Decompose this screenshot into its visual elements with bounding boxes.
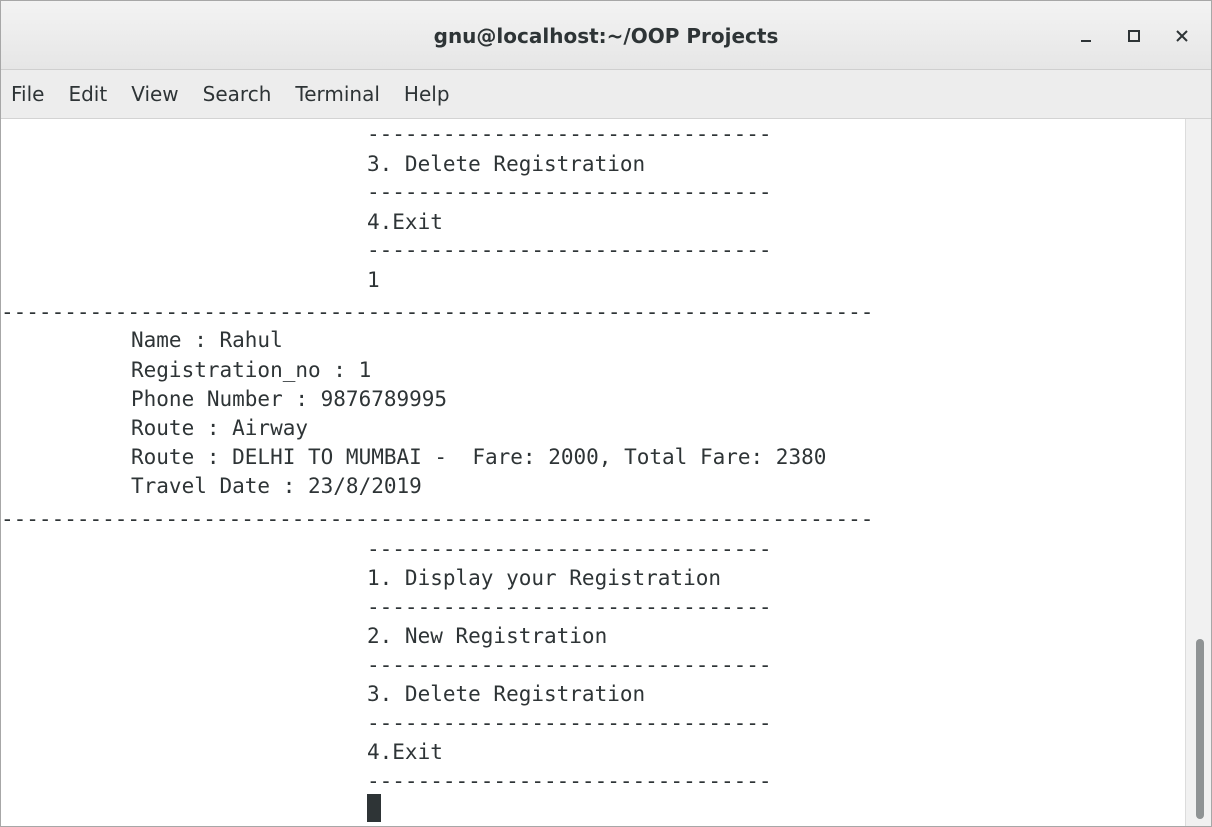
menu-view[interactable]: View [119,70,190,118]
long-separator: ----------------------------------------… [1,300,874,324]
text-cursor [367,794,381,822]
vertical-scrollbar[interactable] [1185,119,1211,826]
menu-search[interactable]: Search [191,70,284,118]
scrollbar-thumb[interactable] [1196,639,1204,819]
terminal-output[interactable]: -------------------------------- 3. Dele… [1,119,1185,826]
close-icon [1175,29,1189,43]
menu-option-exit: 4.Exit [367,210,443,234]
registration-travel-date: Travel Date : 23/8/2019 [131,474,422,498]
close-button[interactable] [1167,21,1197,51]
registration-number: Registration_no : 1 [131,358,372,382]
menu-option-new: 2. New Registration [367,624,608,648]
maximize-button[interactable] [1119,21,1149,51]
user-input-line: 1 [367,268,380,292]
separator-line: -------------------------------- [367,653,772,677]
registration-route-fare: Route : DELHI TO MUMBAI - Fare: 2000, To… [131,445,827,469]
menu-option-delete: 3. Delete Registration [367,682,646,706]
separator-line: -------------------------------- [367,769,772,793]
registration-route-type: Route : Airway [131,416,309,440]
menu-terminal[interactable]: Terminal [283,70,392,118]
terminal-window: gnu@localhost:~/OOP Projects File Edit V… [0,0,1212,827]
menu-help[interactable]: Help [392,70,462,118]
minimize-icon [1079,29,1093,43]
separator-line: -------------------------------- [367,238,772,262]
registration-name: Name : Rahul [131,328,283,352]
separator-line: -------------------------------- [367,180,772,204]
separator-line: -------------------------------- [367,595,772,619]
minimize-button[interactable] [1071,21,1101,51]
registration-phone: Phone Number : 9876789995 [131,387,448,411]
title-bar[interactable]: gnu@localhost:~/OOP Projects [1,1,1211,70]
separator-line: -------------------------------- [367,122,772,146]
menu-option-display: 1. Display your Registration [367,566,722,590]
menu-edit[interactable]: Edit [56,70,119,118]
menu-option-delete: 3. Delete Registration [367,152,646,176]
menu-bar: File Edit View Search Terminal Help [1,70,1211,119]
menu-option-exit: 4.Exit [367,740,443,764]
long-separator: ----------------------------------------… [1,507,874,531]
separator-line: -------------------------------- [367,711,772,735]
window-title: gnu@localhost:~/OOP Projects [433,24,779,48]
separator-line: -------------------------------- [367,537,772,561]
maximize-icon [1127,29,1141,43]
menu-file[interactable]: File [1,70,56,118]
